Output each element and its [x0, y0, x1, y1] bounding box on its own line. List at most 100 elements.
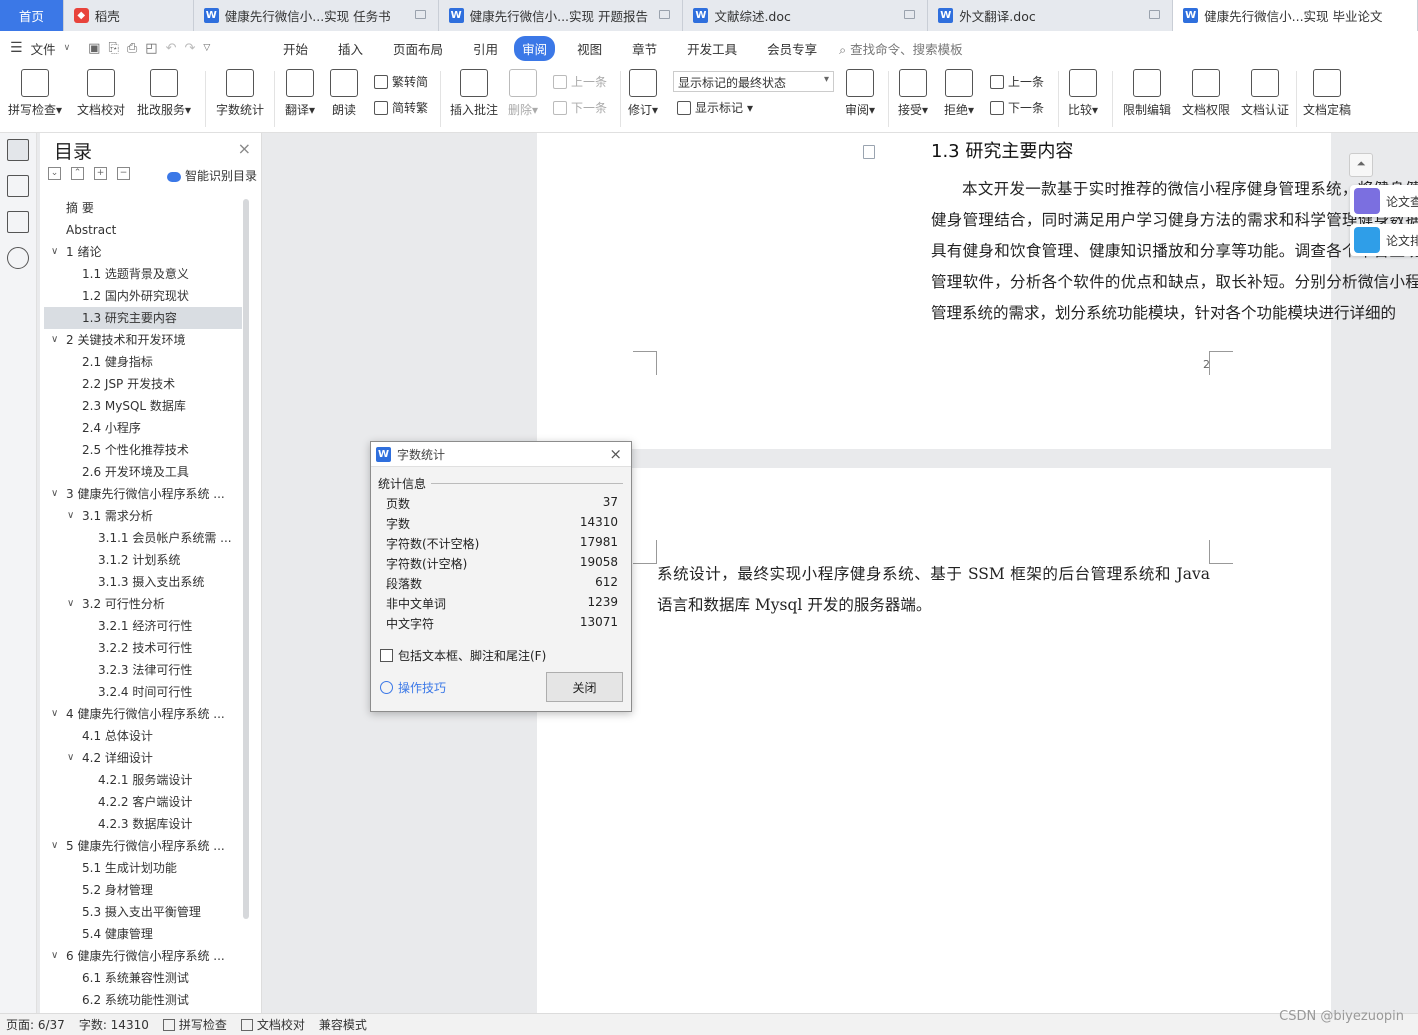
hamburger-icon[interactable]: ☰ — [10, 40, 23, 56]
add-heading-icon[interactable]: + — [94, 167, 107, 180]
toc-item[interactable]: 1.3 研究主要内容 — [44, 307, 242, 329]
chevron-down-icon[interactable]: ∨ — [51, 241, 58, 263]
markup-state-select[interactable]: 显示标记的最终状态 — [673, 71, 834, 92]
reject-button[interactable]: 拒绝▾ — [944, 69, 974, 118]
tab-home[interactable]: 首页 — [0, 0, 64, 31]
doc-proof-button[interactable]: 文档校对 — [77, 69, 125, 118]
print-preview-icon[interactable]: ◰ — [145, 41, 157, 56]
toc-item[interactable]: ∨ 3.1 需求分析 — [44, 505, 242, 527]
status-doc-proof[interactable]: 文档校对 — [240, 1016, 305, 1033]
toc-item[interactable]: ∨ 5 健康先行微信小程序系统 ... — [44, 835, 242, 857]
toc-item[interactable]: 3.2.1 经济可行性 — [44, 615, 242, 637]
next-comment-button[interactable]: 下一条 — [553, 99, 607, 116]
toc-item[interactable]: 5.2 身材管理 — [44, 879, 242, 901]
save-icon[interactable]: ▣ — [88, 41, 100, 56]
toc-item[interactable]: ∨ 3 健康先行微信小程序系统 ... — [44, 483, 242, 505]
restrict-edit-button[interactable]: 限制编辑 — [1123, 69, 1171, 118]
toc-item[interactable]: 2.4 小程序 — [44, 417, 242, 439]
read-aloud-button[interactable]: 朗读 — [330, 69, 358, 118]
expand-all-icon[interactable]: ⌃ — [71, 167, 84, 180]
paper-format-button[interactable]: 论文排版 — [1350, 224, 1418, 256]
menu-view[interactable]: 视图 — [569, 36, 610, 61]
include-textbox-checkbox[interactable]: 包括文本框、脚注和尾注(F) — [380, 647, 546, 664]
toc-item[interactable]: 2.5 个性化推荐技术 — [44, 439, 242, 461]
track-changes-button[interactable]: 修订▾ — [628, 69, 658, 118]
collapse-all-icon[interactable]: ⌄ — [48, 167, 61, 180]
doc-permission-button[interactable]: 文档权限 — [1182, 69, 1230, 118]
toc-item[interactable]: 1.2 国内外研究现状 — [44, 285, 242, 307]
chevron-down-icon[interactable]: ∨ — [51, 329, 58, 351]
customize-icon[interactable]: ▽ — [203, 43, 210, 53]
chevron-down-icon[interactable]: ∨ — [51, 703, 58, 725]
chevron-down-icon[interactable]: ∨ — [67, 593, 74, 615]
tab-doc-wenxian[interactable]: W 文献综述.doc — [683, 0, 929, 31]
close-button[interactable]: 关闭 — [546, 672, 623, 702]
page-indicator[interactable]: 页面: 6/37 — [6, 1016, 65, 1033]
tab-daoke[interactable]: ◆ 稻壳 — [63, 0, 194, 31]
toc-item[interactable]: 2.1 健身指标 — [44, 351, 242, 373]
undo-icon[interactable]: ↶ — [166, 41, 177, 56]
menu-section[interactable]: 章节 — [624, 36, 665, 61]
chevron-down-icon[interactable]: ∨ — [51, 945, 58, 967]
show-markup-button[interactable]: 显示标记 ▾ — [677, 99, 753, 116]
toc-item[interactable]: 摘 要 — [44, 197, 242, 219]
status-spell-check[interactable]: 拼写检查 — [162, 1016, 227, 1033]
delete-comment-button[interactable]: 删除▾ — [508, 69, 538, 118]
accept-button[interactable]: 接受▾ — [898, 69, 928, 118]
tab-doc-biye-active[interactable]: W 健康先行微信小...实现 毕业论文 — [1173, 0, 1418, 31]
toc-item[interactable]: 3.2.2 技术可行性 — [44, 637, 242, 659]
tab-doc-waiwen[interactable]: W 外文翻译.doc — [928, 0, 1174, 31]
batch-service-button[interactable]: 批改服务▾ — [137, 69, 191, 118]
redo-icon[interactable]: ↷ — [184, 41, 195, 56]
chevron-down-icon[interactable]: ∨ — [51, 835, 58, 857]
toc-item[interactable]: ∨ 4 健康先行微信小程序系统 ... — [44, 703, 242, 725]
menu-devtools[interactable]: 开发工具 — [679, 36, 745, 61]
toc-item[interactable]: 6.2 系统功能性测试 — [44, 989, 242, 1011]
tab-doc-kaiti[interactable]: W 健康先行微信小...实现 开题报告 — [438, 0, 684, 31]
body-paragraph[interactable]: 本文开发一款基于实时推荐的微信小程序健身管理系统，将健身健康知识与健身管理结合，… — [931, 174, 1418, 329]
toc-item[interactable]: 3.1.1 会员帐户系统需 ... — [44, 527, 242, 549]
smart-toc-button[interactable]: 智能识别目录 — [166, 167, 257, 184]
toc-item[interactable]: ∨ 4.2 详细设计 — [44, 747, 242, 769]
paragraph-doc-icon[interactable] — [863, 145, 875, 159]
toc-item[interactable]: Abstract — [44, 219, 242, 241]
menu-start[interactable]: 开始 — [275, 36, 316, 61]
menu-layout[interactable]: 页面布局 — [385, 36, 451, 61]
compare-button[interactable]: 比较▾ — [1068, 69, 1098, 118]
chevron-down-icon[interactable]: ∨ — [67, 747, 74, 769]
toc-item[interactable]: ∨ 1 绪论 — [44, 241, 242, 263]
toc-item[interactable]: 2.3 MySQL 数据库 — [44, 395, 242, 417]
close-icon[interactable]: × — [238, 139, 251, 158]
toc-item[interactable]: 3.2.4 时间可行性 — [44, 681, 242, 703]
doc-certify-button[interactable]: 文档认证 — [1241, 69, 1289, 118]
spell-check-button[interactable]: 拼写检查▾ — [8, 69, 62, 118]
toc-scrollbar[interactable] — [243, 199, 249, 919]
body-paragraph[interactable]: 系统设计，最终实现小程序健身系统、基于 SSM 框架的后台管理系统和 Java … — [657, 559, 1210, 621]
chevron-down-icon[interactable]: ∨ — [67, 505, 74, 527]
toc-item[interactable]: 6.1 系统兼容性测试 — [44, 967, 242, 989]
export-icon[interactable]: ⎘ — [108, 41, 118, 56]
toc-panel-icon[interactable] — [7, 139, 29, 161]
menu-review[interactable]: 审阅 — [514, 35, 556, 61]
toc-item[interactable]: 5.4 健康管理 — [44, 923, 242, 945]
word-count-button[interactable]: 字数统计 — [216, 69, 264, 118]
prev-change-button[interactable]: 上一条 — [990, 73, 1044, 90]
toc-item[interactable]: 4.2.1 服务端设计 — [44, 769, 242, 791]
next-change-button[interactable]: 下一条 — [990, 99, 1044, 116]
toc-item[interactable]: 4.1 总体设计 — [44, 725, 242, 747]
toc-item[interactable]: 5.3 摄入支出平衡管理 — [44, 901, 242, 923]
prev-comment-button[interactable]: 上一条 — [553, 73, 607, 90]
toc-item[interactable]: ∨ 2 关键技术和开发环境 — [44, 329, 242, 351]
insert-comment-button[interactable]: 插入批注 — [450, 69, 498, 118]
tab-doc-renwushu[interactable]: W 健康先行微信小...实现 任务书 — [193, 0, 439, 31]
toc-item[interactable]: 2.6 开发环境及工具 — [44, 461, 242, 483]
close-icon[interactable]: × — [609, 445, 622, 463]
toc-item[interactable]: 1.1 选题背景及意义 — [44, 263, 242, 285]
toc-item[interactable]: 3.1.2 计划系统 — [44, 549, 242, 571]
search-icon[interactable] — [7, 247, 29, 269]
tips-link[interactable]: 操作技巧 — [380, 679, 446, 696]
simp-to-trad-button[interactable]: 简转繁 — [374, 99, 428, 116]
chevron-down-icon[interactable]: ∨ — [64, 43, 71, 53]
toc-item[interactable]: 5.1 生成计划功能 — [44, 857, 242, 879]
chapter-nav-icon[interactable] — [7, 175, 29, 197]
